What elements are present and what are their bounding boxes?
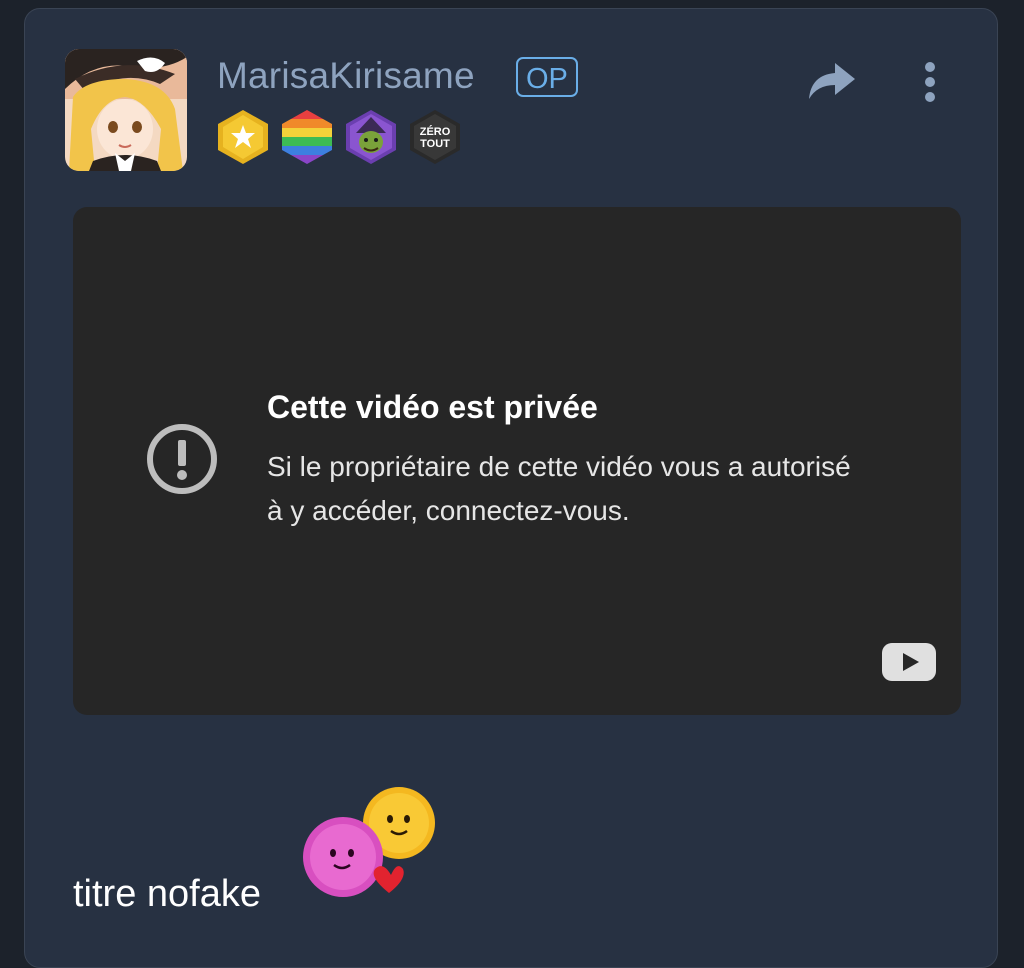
username[interactable]: MarisaKirisame bbox=[217, 55, 475, 97]
badge-text-line1: ZÉRO bbox=[420, 125, 451, 138]
zero-tout-badge-icon[interactable]: ZÉRO TOUT bbox=[408, 109, 462, 165]
op-badge: OP bbox=[516, 57, 578, 97]
badge-text-line2: TOUT bbox=[420, 138, 450, 150]
more-options-button[interactable] bbox=[915, 59, 945, 105]
post-card: MarisaKirisame OP ZÉRO TOUT Cette vidéo … bbox=[24, 8, 998, 968]
vertical-dots-icon bbox=[925, 62, 935, 102]
rainbow-badge-icon[interactable] bbox=[280, 109, 334, 165]
video-embed[interactable]: Cette vidéo est privée Si le propriétair… bbox=[73, 207, 961, 715]
star-badge-icon[interactable] bbox=[216, 109, 270, 165]
video-private-message: Si le propriétaire de cette vidéo vous a… bbox=[267, 451, 851, 526]
alert-circle-icon bbox=[147, 424, 217, 494]
video-private-title: Cette vidéo est privée bbox=[267, 389, 598, 425]
share-button[interactable] bbox=[807, 61, 857, 103]
youtube-logo-icon[interactable] bbox=[881, 642, 937, 682]
wizard-badge-icon[interactable] bbox=[344, 109, 398, 165]
user-avatar[interactable] bbox=[65, 49, 187, 171]
post-title: titre nofake bbox=[73, 873, 261, 915]
share-arrow-icon bbox=[809, 63, 855, 99]
couple-love-sticker-icon bbox=[303, 787, 435, 897]
